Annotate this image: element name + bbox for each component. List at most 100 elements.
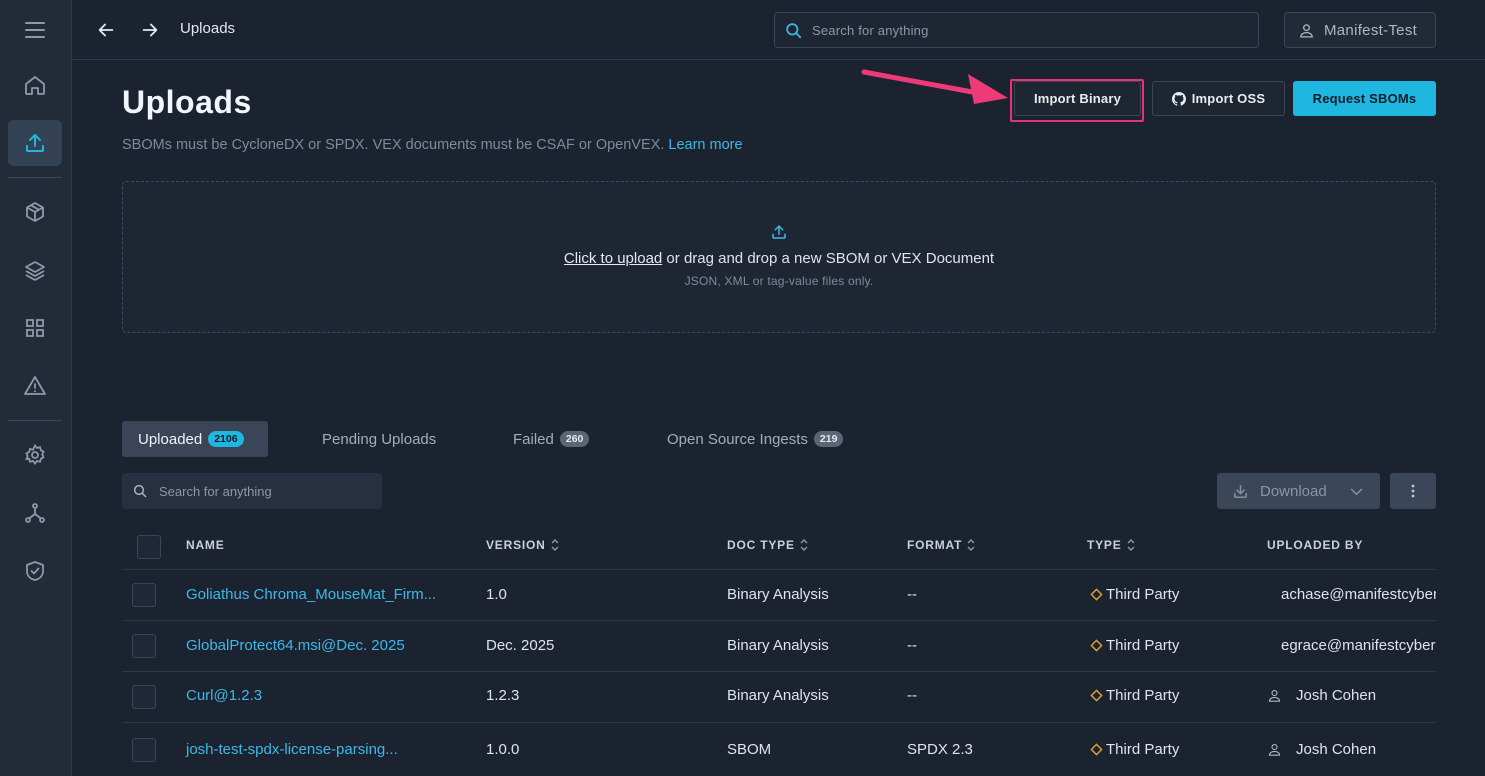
row-format: -- bbox=[907, 687, 917, 704]
more-options-button[interactable] bbox=[1390, 473, 1436, 509]
row-divider bbox=[122, 722, 1436, 723]
search-icon bbox=[786, 23, 802, 39]
user-icon bbox=[1268, 689, 1281, 702]
chevron-down-icon bbox=[1350, 488, 1363, 496]
breadcrumb: Uploads bbox=[180, 20, 236, 37]
row-doc-type: Binary Analysis bbox=[727, 687, 829, 704]
network-icon[interactable] bbox=[8, 490, 62, 536]
annotation-highlight-box bbox=[1010, 79, 1144, 122]
column-label: VERSION bbox=[486, 538, 546, 552]
row-doc-type: Binary Analysis bbox=[727, 637, 829, 654]
global-search-placeholder: Search for anything bbox=[812, 23, 929, 38]
column-label: DOC TYPE bbox=[727, 538, 795, 552]
click-to-upload-link[interactable]: Click to upload bbox=[564, 250, 662, 267]
row-uploader: egrace@manifestcyber.com bbox=[1281, 637, 1436, 654]
user-menu-button[interactable]: Manifest-Test bbox=[1284, 12, 1436, 48]
import-oss-button[interactable]: Import OSS bbox=[1152, 81, 1285, 116]
diamond-icon bbox=[1090, 588, 1103, 601]
row-uploader: achase@manifestcyber.com bbox=[1281, 586, 1436, 603]
table-search-placeholder: Search for anything bbox=[159, 484, 272, 499]
annotation-arrow-icon bbox=[861, 69, 1008, 104]
subtitle-text: SBOMs must be CycloneDX or SPDX. VEX doc… bbox=[122, 137, 665, 153]
column-header-doc-type[interactable]: DOC TYPE bbox=[727, 538, 809, 552]
row-format: -- bbox=[907, 586, 917, 603]
package-icon[interactable] bbox=[8, 189, 62, 235]
tab-label: Pending Uploads bbox=[322, 430, 437, 448]
page-title: Uploads bbox=[122, 84, 252, 120]
github-icon bbox=[1171, 91, 1186, 106]
row-type: Third Party bbox=[1090, 687, 1179, 704]
download-icon bbox=[1234, 485, 1247, 498]
row-doc-type: SBOM bbox=[727, 741, 772, 758]
count-badge: 260 bbox=[559, 431, 590, 447]
column-label: NAME bbox=[186, 538, 225, 552]
warning-icon[interactable] bbox=[8, 363, 62, 409]
tab-failed[interactable]: Failed 260 bbox=[513, 421, 590, 457]
kebab-menu-icon bbox=[1411, 484, 1415, 498]
column-header-name[interactable]: NAME bbox=[186, 538, 225, 552]
row-name-link[interactable]: GlobalProtect64.msi@Dec. 2025 bbox=[186, 637, 405, 654]
row-version: Dec. 2025 bbox=[486, 637, 555, 654]
dropzone-text: or drag and drop a new SBOM or VEX Docum… bbox=[662, 250, 995, 267]
sort-icon bbox=[551, 539, 559, 551]
download-label: Download bbox=[1260, 483, 1327, 500]
tab-label: Uploaded bbox=[138, 430, 203, 448]
page-subtitle: SBOMs must be CycloneDX or SPDX. VEX doc… bbox=[122, 137, 743, 153]
count-badge: 2106 bbox=[208, 431, 244, 447]
diamond-icon bbox=[1090, 639, 1103, 652]
import-oss-label: Import OSS bbox=[1191, 91, 1266, 106]
row-checkbox[interactable] bbox=[132, 738, 156, 762]
diamond-icon bbox=[1090, 743, 1103, 756]
row-type-label: Third Party bbox=[1106, 687, 1180, 704]
sort-icon bbox=[800, 539, 808, 551]
column-header-version[interactable]: VERSION bbox=[486, 538, 560, 552]
row-divider bbox=[122, 569, 1436, 570]
row-type-label: Third Party bbox=[1106, 637, 1180, 654]
tab-label: Open Source Ingests bbox=[667, 430, 808, 448]
row-type-label: Third Party bbox=[1106, 741, 1180, 758]
layers-icon[interactable] bbox=[8, 247, 62, 293]
sidebar-divider bbox=[8, 420, 62, 421]
row-name-link[interactable]: Curl@1.2.3 bbox=[186, 687, 262, 704]
request-sboms-button[interactable]: Request SBOMs bbox=[1293, 81, 1436, 116]
row-name-link[interactable]: josh-test-spdx-license-parsing... bbox=[186, 741, 398, 758]
row-type: Third Party bbox=[1090, 586, 1179, 603]
row-uploaded-by: Josh Cohen bbox=[1267, 741, 1436, 758]
row-uploaded-by: egrace@manifestcyber.com bbox=[1267, 637, 1436, 654]
column-header-type[interactable]: TYPE bbox=[1087, 538, 1136, 552]
diamond-icon bbox=[1090, 689, 1103, 702]
global-search-input[interactable]: Search for anything bbox=[774, 12, 1259, 48]
grid-icon[interactable] bbox=[8, 305, 62, 351]
learn-more-link[interactable]: Learn more bbox=[668, 137, 742, 153]
home-icon[interactable] bbox=[8, 62, 62, 108]
download-button[interactable]: Download bbox=[1217, 473, 1380, 509]
column-label: UPLOADED BY bbox=[1267, 538, 1364, 552]
count-badge: 219 bbox=[813, 431, 844, 447]
tab-label: Failed bbox=[513, 430, 554, 448]
row-checkbox[interactable] bbox=[132, 685, 156, 709]
back-arrow-icon[interactable] bbox=[95, 19, 117, 41]
sort-icon bbox=[967, 539, 975, 551]
upload-icon[interactable] bbox=[8, 120, 62, 166]
tab-pending-uploads[interactable]: Pending Uploads bbox=[322, 421, 436, 457]
row-version: 1.0.0 bbox=[486, 741, 520, 758]
column-header-format[interactable]: FORMAT bbox=[907, 538, 976, 552]
row-doc-type: Binary Analysis bbox=[727, 586, 829, 603]
table-search-input[interactable]: Search for anything bbox=[122, 473, 382, 509]
menu-icon[interactable] bbox=[8, 7, 62, 53]
row-checkbox[interactable] bbox=[132, 634, 156, 658]
column-label: FORMAT bbox=[907, 538, 963, 552]
shield-check-icon[interactable] bbox=[8, 548, 62, 594]
row-divider bbox=[122, 671, 1436, 672]
search-icon bbox=[133, 484, 147, 498]
upload-icon bbox=[772, 225, 786, 239]
row-name-link[interactable]: Goliathus Chroma_MouseMat_Firm... bbox=[186, 586, 436, 603]
forward-arrow-icon[interactable] bbox=[139, 19, 161, 41]
select-all-checkbox[interactable] bbox=[137, 535, 161, 559]
sidebar-divider bbox=[8, 177, 62, 178]
row-checkbox[interactable] bbox=[132, 583, 156, 607]
settings-icon[interactable] bbox=[8, 432, 62, 478]
tab-open-source-ingests[interactable]: Open Source Ingests 219 bbox=[667, 421, 844, 457]
row-version: 1.0 bbox=[486, 586, 507, 603]
tab-uploaded[interactable]: Uploaded 2106 bbox=[122, 421, 268, 457]
